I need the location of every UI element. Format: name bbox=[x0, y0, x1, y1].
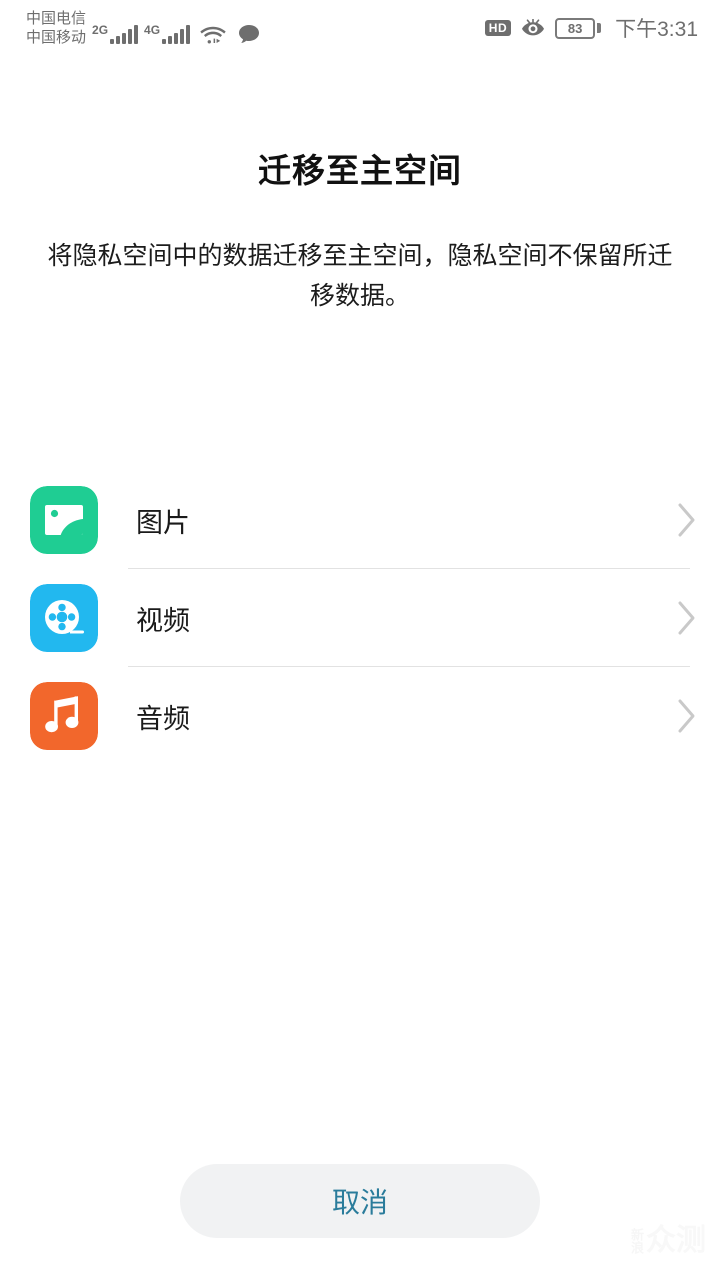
list-item-images[interactable]: 图片 bbox=[0, 471, 720, 569]
watermark-small-label: 新浪 bbox=[629, 1228, 644, 1254]
watermark-big-label: 众测 bbox=[646, 1224, 706, 1257]
wifi-icon bbox=[200, 26, 226, 44]
list-item-label: 图片 bbox=[136, 507, 190, 538]
migration-type-list: 图片 视频 音频 bbox=[0, 471, 720, 765]
image-icon bbox=[30, 486, 98, 554]
signal-bars-1-icon bbox=[110, 25, 139, 44]
cancel-button[interactable]: 取消 bbox=[180, 1164, 540, 1238]
page-description: 将隐私空间中的数据迁移至主空间，隐私空间不保留所迁移数据。 bbox=[47, 242, 673, 310]
chevron-right-icon bbox=[678, 503, 695, 537]
chevron-right-icon bbox=[678, 601, 695, 635]
list-item-label: 音频 bbox=[136, 703, 190, 734]
chevron-right-icon bbox=[678, 699, 695, 733]
status-bar: 中国电信 中国移动 2G 4G HD 83 下午3:31 bbox=[0, 0, 720, 56]
message-bubble-icon bbox=[239, 25, 260, 43]
battery-cap bbox=[597, 23, 602, 33]
video-icon bbox=[30, 584, 98, 652]
battery-level-label: 83 bbox=[555, 17, 596, 39]
signal-group-1: 2G bbox=[92, 23, 139, 47]
network-type-2-label: 4G bbox=[144, 23, 161, 37]
phone-screen: 中国电信 中国移动 2G 4G HD 83 下午3:31 迁移至主空间 将隐私空… bbox=[0, 0, 720, 1280]
carrier-secondary: 中国移动 bbox=[26, 29, 87, 46]
status-bar-left: 中国电信 中国移动 2G 4G bbox=[26, 9, 260, 47]
page-header: 迁移至主空间 将隐私空间中的数据迁移至主空间，隐私空间不保留所迁移数据。 bbox=[0, 56, 720, 316]
eye-comfort-icon bbox=[522, 19, 545, 36]
carrier-names: 中国电信 中国移动 bbox=[26, 9, 86, 47]
page-title: 迁移至主空间 bbox=[258, 152, 462, 189]
hd-badge-icon: HD bbox=[484, 20, 512, 36]
carrier-primary: 中国电信 bbox=[26, 10, 87, 27]
signal-group-2: 4G bbox=[144, 23, 191, 47]
clock-label: 下午3:31 bbox=[615, 18, 698, 41]
battery-icon: 83 bbox=[555, 17, 602, 39]
network-type-1-label: 2G bbox=[92, 23, 109, 37]
audio-icon bbox=[30, 682, 98, 750]
watermark: 新浪 众测 bbox=[629, 1224, 706, 1257]
signal-bars-2-icon bbox=[162, 25, 191, 44]
list-item-audio[interactable]: 音频 bbox=[0, 667, 720, 765]
list-item-label: 视频 bbox=[136, 605, 190, 636]
status-bar-right: HD 83 下午3:31 bbox=[484, 13, 698, 43]
list-item-videos[interactable]: 视频 bbox=[0, 569, 720, 667]
footer: 取消 新浪 众测 bbox=[0, 1164, 720, 1280]
